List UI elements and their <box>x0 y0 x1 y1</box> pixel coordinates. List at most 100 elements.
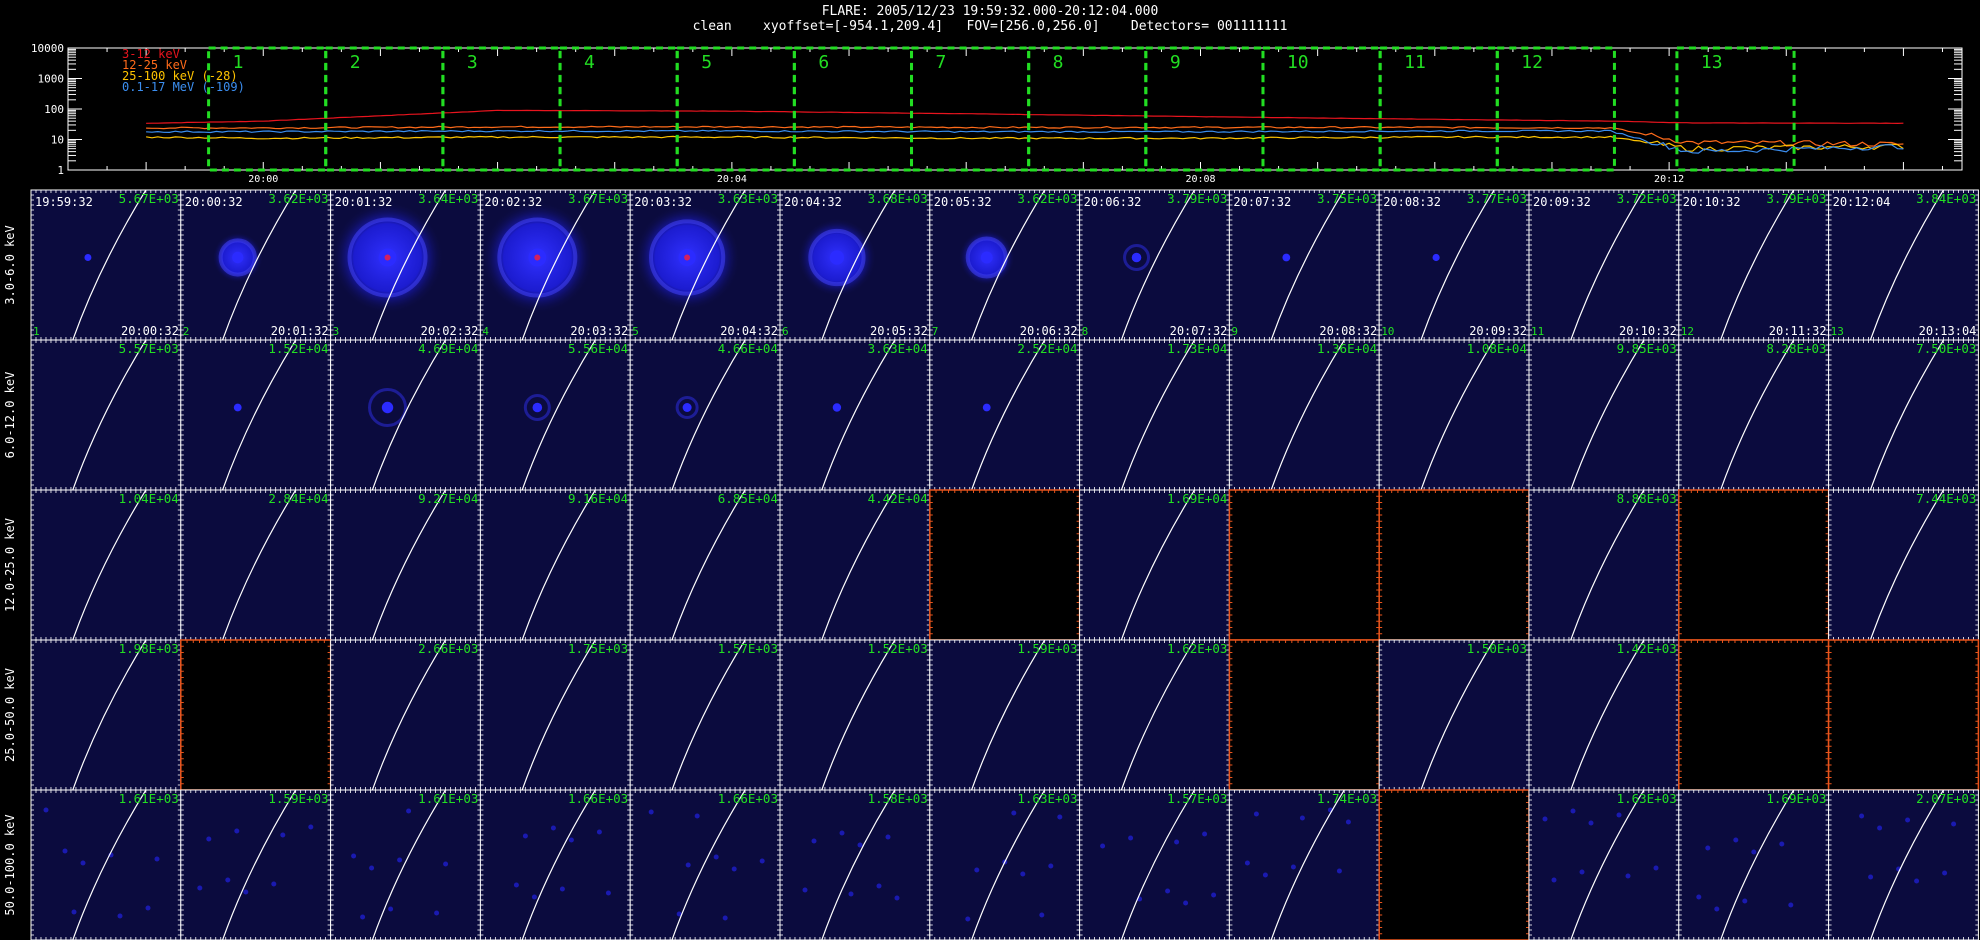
panel-start-time: 19:59:32 <box>35 195 93 209</box>
max-value-label: 1.73E+04 <box>1167 341 1227 356</box>
max-value-label: 4.69E+04 <box>418 341 478 356</box>
panel-frame <box>30 189 182 341</box>
max-value-label: 3.67E+03 <box>568 191 628 206</box>
panel-frame <box>180 489 332 641</box>
source-core <box>980 251 993 264</box>
source-core <box>682 403 692 412</box>
panel-end-time: 20:09:32 <box>1469 324 1527 338</box>
image-panel <box>1678 489 1830 641</box>
image-panel: 9.16E+04 <box>479 489 631 641</box>
panel-frame <box>1079 339 1230 491</box>
panel-number: 2 <box>183 325 190 338</box>
max-value-label: 3.77E+03 <box>1467 191 1527 206</box>
image-panel: 6.85E+04 <box>629 489 781 641</box>
panel-start-time: 20:01:32 <box>335 195 393 209</box>
panel-frame <box>180 339 332 491</box>
panel-frame <box>330 489 481 641</box>
image-panel: 3.63E+04 <box>779 339 931 491</box>
max-value-label: 3.79E+03 <box>1167 191 1227 206</box>
panel-frame <box>1678 339 1830 491</box>
max-value-label: 4.42E+04 <box>868 491 928 506</box>
panel-start-time: 20:10:32 <box>1683 195 1741 209</box>
max-value-label: 1.08E+04 <box>1467 341 1527 356</box>
panel-frame <box>1228 189 1380 341</box>
image-panel: 3.62E+03 20:05:32 20:06:32 7 <box>929 189 1081 341</box>
panel-number: 9 <box>1231 325 1238 338</box>
panel-end-time: 20:00:32 <box>121 324 179 338</box>
image-panel <box>180 639 332 791</box>
panel-number: 13 <box>1831 325 1844 338</box>
image-panel: 3.64E+03 20:01:32 20:02:32 3 <box>330 189 481 341</box>
panel-start-time: 20:02:32 <box>484 195 542 209</box>
max-value-label: 3.84E+03 <box>1916 191 1976 206</box>
panel-frame <box>479 339 631 491</box>
max-value-label: 3.72E+03 <box>1617 191 1677 206</box>
panel-end-time: 20:05:32 <box>870 324 928 338</box>
panel-number: 8 <box>1082 325 1089 338</box>
empty-panel-frame <box>1678 489 1830 641</box>
source-core <box>84 254 92 261</box>
image-panel: 1.69E+04 <box>1079 489 1230 641</box>
max-value-label: 3.75E+03 <box>1317 191 1377 206</box>
panel-start-time: 20:06:32 <box>1084 195 1142 209</box>
panel-frame <box>1378 189 1530 341</box>
panel-end-time: 20:10:32 <box>1619 324 1677 338</box>
max-value-label: 5.67E+03 <box>119 191 179 206</box>
panel-frame <box>629 489 781 641</box>
image-panel: 5.56E+04 <box>479 339 631 491</box>
energy-row-label: 12.0-25.0 keV <box>3 518 17 612</box>
max-value-label: 6.85E+04 <box>718 491 778 506</box>
source-core <box>233 403 242 412</box>
panel-end-time: 20:11:32 <box>1769 324 1827 338</box>
source-core <box>1131 252 1142 263</box>
energy-row-label: 25.0-50.0 keV <box>3 668 17 762</box>
source-core <box>532 402 543 413</box>
panel-frame <box>30 639 182 791</box>
panel-start-time: 20:09:32 <box>1533 195 1591 209</box>
panel-end-time: 20:03:32 <box>570 324 628 338</box>
max-value-label: 3.62E+03 <box>1017 191 1077 206</box>
image-panel: 1.73E+04 <box>1079 339 1230 491</box>
image-panel <box>1228 489 1380 641</box>
panel-frame <box>30 489 182 641</box>
image-panel: 9.85E+03 <box>1528 339 1680 491</box>
max-value-label: 1.36E+04 <box>1317 341 1377 356</box>
panel-frame <box>1828 189 1979 341</box>
image-panel: 5.57E+03 <box>30 339 182 491</box>
image-panel: 2.84E+04 <box>180 489 332 641</box>
image-panel <box>1378 489 1530 641</box>
max-value-label: 3.62E+03 <box>268 191 328 206</box>
image-panel: 1.04E+04 <box>30 489 182 641</box>
panel-start-time: 20:03:32 <box>634 195 692 209</box>
panel-frame <box>1828 339 1979 491</box>
source-core <box>832 403 842 412</box>
empty-panel-frame <box>1228 489 1380 641</box>
panel-frame <box>1528 489 1680 641</box>
panel-frame <box>779 339 931 491</box>
panel-frame <box>1678 189 1830 341</box>
max-value-label: 9.16E+04 <box>568 491 628 506</box>
source-peak <box>534 254 541 261</box>
max-value-label: 1.98E+03 <box>119 641 179 656</box>
image-panel: 3.67E+03 20:02:32 20:03:32 4 <box>479 189 631 341</box>
source-core <box>1282 253 1291 262</box>
panel-number: 11 <box>1531 325 1544 338</box>
source-core <box>829 250 845 265</box>
panel-end-time: 20:04:32 <box>720 324 778 338</box>
image-panel: 1.52E+04 <box>180 339 332 491</box>
image-panel: 8.28E+03 <box>1678 339 1830 491</box>
panel-number: 12 <box>1681 325 1694 338</box>
max-value-label: 1.52E+04 <box>268 341 328 356</box>
image-panel: 3.72E+03 20:09:32 20:10:32 11 <box>1528 189 1680 341</box>
max-value-label: 3.63E+03 <box>718 191 778 206</box>
image-panel: 4.66E+04 <box>629 339 781 491</box>
panel-end-time: 20:01:32 <box>271 324 329 338</box>
panel-start-time: 20:08:32 <box>1383 195 1441 209</box>
panel-number: 10 <box>1381 325 1394 338</box>
image-panel <box>929 489 1081 641</box>
max-value-label: 3.68E+03 <box>868 191 928 206</box>
image-panel: 4.69E+04 <box>330 339 481 491</box>
image-panel: 3.75E+03 20:07:32 20:08:32 9 <box>1228 189 1380 341</box>
panel-number: 1 <box>33 325 40 338</box>
source-core <box>1432 253 1440 262</box>
